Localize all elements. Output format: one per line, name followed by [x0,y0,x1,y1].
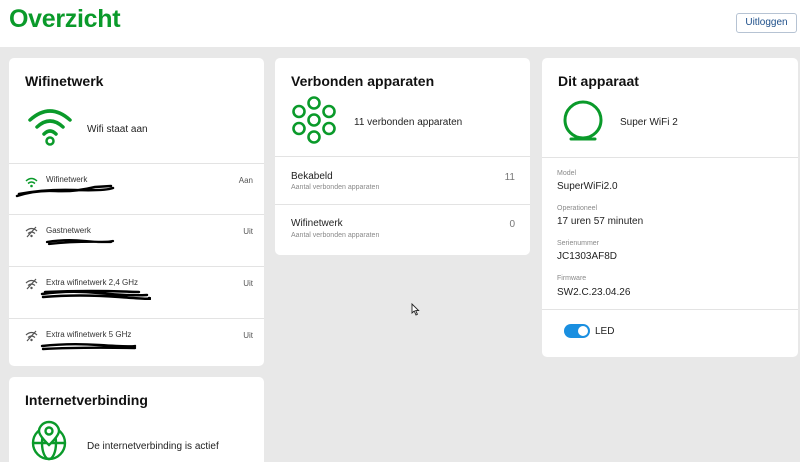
firmware-value: SW2.C.23.04.26 [557,287,631,298]
wifi-card: Wifinetwerk Wifi staat aan Wifinetwerk A… [9,58,264,366]
led-label: LED [595,326,615,337]
redacted-scribble [45,239,115,246]
row-sublabel: Aantal verbonden apparaten [291,184,380,191]
connected-devices-card: Verbonden apparaten 11 verbonden apparat… [275,58,530,255]
redacted-scribble [15,184,115,198]
serial-value: JC1303AF8D [557,251,618,262]
device-icon [563,100,603,141]
internet-status: De internetverbinding is actief [87,441,219,452]
wifi-icon [28,109,72,146]
row-label: Bekabeld [291,171,333,182]
network-name: Gastnetwerk [46,226,91,235]
redacted-scribble [40,343,137,351]
network-state: Uit [243,331,253,340]
uptime-label: Operationeel [557,205,598,212]
divider [542,309,798,310]
model-label: Model [557,170,577,177]
serial-label: Serienummer [557,240,600,247]
device-name: Super WiFi 2 [620,117,678,128]
devices-summary: 11 verbonden apparaten [354,117,463,128]
wifi-network-row[interactable]: Extra wifinetwerk 5 GHz Uit [9,319,264,366]
wifi-off-icon [25,330,38,342]
network-state: Uit [243,279,253,288]
toggle-knob [577,325,589,337]
wired-devices-row[interactable]: Bekabeld Aantal verbonden apparaten 11 [275,157,530,204]
wifi-card-title: Wifinetwerk [25,73,104,89]
network-name: Extra wifinetwerk 5 GHz [46,330,132,339]
globe-icon [31,420,67,461]
model-value: SuperWiFi2.0 [557,181,618,192]
row-label: Wifinetwerk [291,218,343,229]
devices-card-title: Verbonden apparaten [291,73,435,89]
network-name: Extra wifinetwerk 2,4 GHz [46,278,139,287]
wifi-network-row[interactable]: Wifinetwerk Aan [9,164,264,214]
internet-card-title: Internetverbinding [25,392,148,408]
network-state: Aan [238,176,253,185]
logout-button[interactable]: Uitloggen [736,13,797,33]
wifi-network-row[interactable]: Extra wifinetwerk 2,4 GHz Uit [9,267,264,318]
this-device-card: Dit apparaat Super WiFi 2 Model SuperWiF… [542,58,798,357]
row-count: 0 [509,219,515,230]
wifi-status-text: Wifi staat aan [87,124,148,135]
network-state: Uit [243,227,253,236]
wifi-off-icon [25,226,38,238]
wifi-network-row[interactable]: Gastnetwerk Uit [9,215,264,266]
row-sublabel: Aantal verbonden apparaten [291,232,380,239]
wifi-off-icon [25,278,38,290]
mouse-cursor-icon [411,303,420,316]
wifi-devices-row[interactable]: Wifinetwerk Aantal verbonden apparaten 0 [275,205,530,255]
led-toggle[interactable] [564,324,590,338]
uptime-value: 17 uren 57 minuten [557,216,644,227]
page-title: Overzicht [9,5,121,33]
network-nodes-icon [292,96,336,144]
row-count: 11 [504,172,515,183]
divider [542,157,798,158]
redacted-scribble [40,289,151,301]
network-name: Wifinetwerk [46,175,88,184]
firmware-label: Firmware [557,275,587,282]
this-device-title: Dit apparaat [558,73,639,89]
internet-card: Internetverbinding De internetverbinding… [9,377,264,462]
top-bar: Overzicht Uitloggen [0,0,800,47]
